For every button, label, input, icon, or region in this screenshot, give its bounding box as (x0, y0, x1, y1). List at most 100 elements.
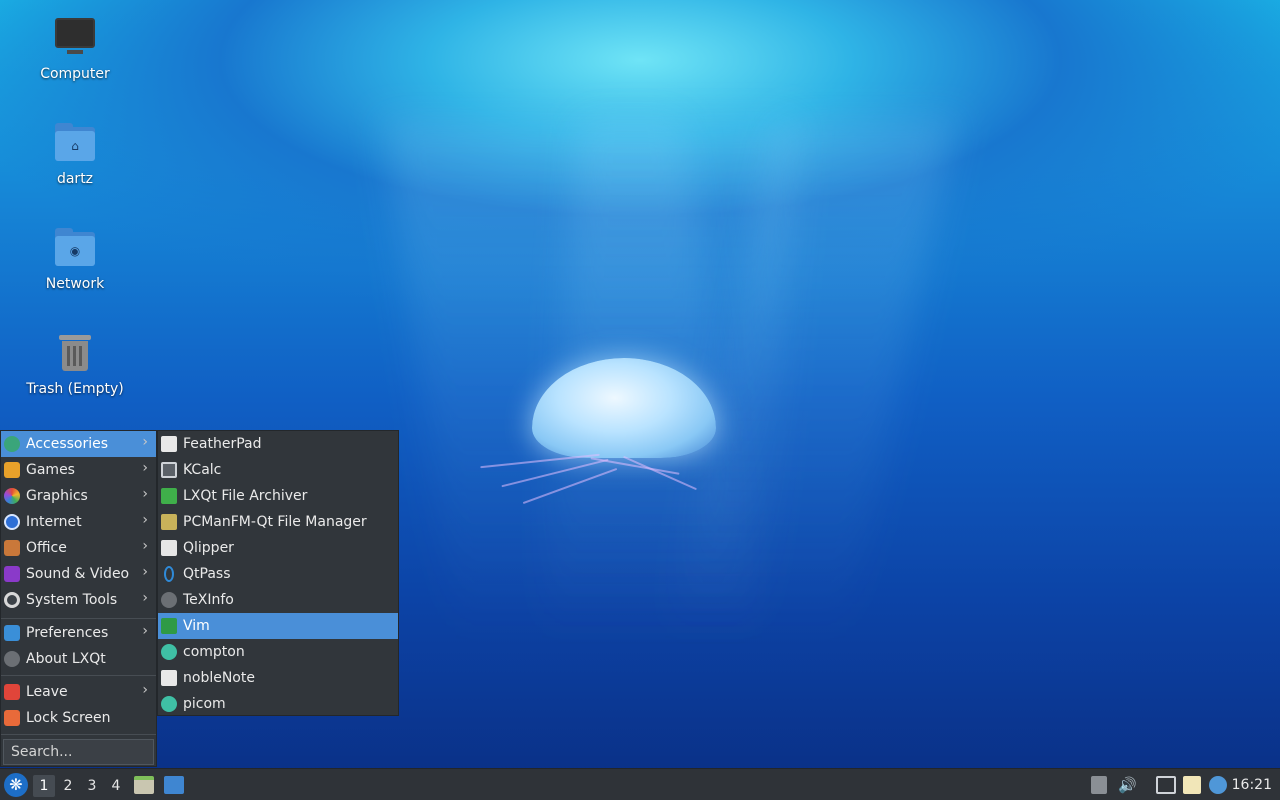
menu-item-label: Games (26, 462, 75, 478)
menu-item-label: System Tools (26, 592, 118, 608)
volume-icon[interactable]: 🔊 (1118, 776, 1137, 794)
submenu-item-qtpass[interactable]: QtPass (158, 561, 398, 587)
vim-icon (161, 618, 177, 634)
start-menu: Accessories › Games › Graphics › Interne… (0, 430, 157, 767)
file-manager-icon (161, 514, 177, 530)
desktop-icon-home[interactable]: ⌂ dartz (20, 121, 130, 187)
games-icon (4, 462, 20, 478)
menu-separator (1, 734, 156, 735)
graphics-icon (4, 488, 20, 504)
desktop-icon-network[interactable]: ◉ Network (20, 226, 130, 292)
file-manager-launcher-icon[interactable] (134, 776, 154, 794)
jellyfish-tentacle (522, 467, 618, 505)
workspace-1[interactable]: 1 (33, 775, 55, 797)
workspace-4[interactable]: 4 (105, 775, 127, 797)
desktop-icon-label: Trash (Empty) (26, 381, 124, 397)
preferences-icon (4, 625, 20, 641)
clipboard-icon[interactable] (1183, 776, 1201, 794)
clock[interactable]: 16:21 (1232, 777, 1272, 793)
qtpass-icon (164, 566, 174, 582)
submenu-item-noblenote[interactable]: nobleNote (158, 665, 398, 691)
submenu-item-label: QtPass (183, 566, 231, 582)
submenu-item-label: FeatherPad (183, 436, 262, 452)
submenu-item-label: nobleNote (183, 670, 255, 686)
qlipper-icon (161, 540, 177, 556)
submenu-arrow-icon: › (142, 434, 148, 450)
texinfo-icon (161, 592, 177, 608)
power-icon (4, 684, 20, 700)
submenu-arrow-icon: › (142, 538, 148, 554)
desktop-icon-computer[interactable]: Computer (20, 16, 130, 82)
submenu-arrow-icon: › (142, 512, 148, 528)
accessories-icon (4, 436, 20, 452)
sound-video-icon (4, 566, 20, 582)
submenu-item-qlipper[interactable]: Qlipper (158, 535, 398, 561)
menu-search-input[interactable] (3, 739, 154, 765)
submenu-item-vim[interactable]: Vim (158, 613, 398, 639)
submenu-item-picom[interactable]: picom (158, 691, 398, 717)
submenu-item-label: PCManFM-Qt File Manager (183, 514, 367, 530)
desktop-icon-label: dartz (56, 171, 94, 187)
submenu-item-file-manager[interactable]: PCManFM-Qt File Manager (158, 509, 398, 535)
menu-separator (1, 618, 156, 619)
compton-icon (161, 644, 177, 660)
main-menu-launcher-icon[interactable]: ❋ (4, 773, 28, 797)
submenu-item-texinfo[interactable]: TeXInfo (158, 587, 398, 613)
menu-item-about-lxqt[interactable]: About LXQt (1, 646, 156, 672)
computer-icon (53, 16, 97, 60)
menu-item-label: Lock Screen (26, 710, 111, 726)
submenu-arrow-icon: › (142, 564, 148, 580)
submenu-arrow-icon: › (142, 623, 148, 639)
desktop-icon-trash[interactable]: Trash (Empty) (20, 331, 130, 397)
menu-item-office[interactable]: Office › (1, 535, 156, 561)
menu-item-label: Office (26, 540, 67, 556)
menu-item-accessories[interactable]: Accessories › (1, 431, 156, 457)
network-status-icon[interactable] (1156, 776, 1176, 794)
network-folder-icon: ◉ (53, 226, 97, 270)
menu-item-system-tools[interactable]: System Tools › (1, 587, 156, 613)
submenu-item-compton[interactable]: compton (158, 639, 398, 665)
internet-icon (4, 514, 20, 530)
submenu-item-label: KCalc (183, 462, 222, 478)
menu-item-graphics[interactable]: Graphics › (1, 483, 156, 509)
noblenote-icon (161, 670, 177, 686)
submenu-item-label: LXQt File Archiver (183, 488, 308, 504)
menu-item-preferences[interactable]: Preferences › (1, 620, 156, 646)
submenu-arrow-icon: › (142, 486, 148, 502)
menu-item-label: Sound & Video (26, 566, 130, 582)
menu-item-internet[interactable]: Internet › (1, 509, 156, 535)
archiver-icon (161, 488, 177, 504)
menu-item-label: Leave (26, 684, 68, 700)
submenu-item-file-archiver[interactable]: LXQt File Archiver (158, 483, 398, 509)
trash-icon (53, 331, 97, 375)
taskbar: ❋ 1 2 3 4 🔊 16:21 (0, 768, 1280, 800)
accessories-submenu: FeatherPad KCalc LXQt File Archiver PCMa… (157, 430, 399, 716)
show-desktop-icon[interactable] (164, 776, 184, 794)
submenu-item-kcalc[interactable]: KCalc (158, 457, 398, 483)
menu-item-label: Graphics (26, 488, 88, 504)
notification-icon[interactable] (1209, 776, 1227, 794)
workspace-2[interactable]: 2 (57, 775, 79, 797)
wallpaper-jellyfish (470, 350, 730, 520)
removable-media-icon[interactable] (1091, 776, 1107, 794)
menu-item-label: Accessories (26, 436, 109, 452)
menu-item-label: Internet (26, 514, 82, 530)
desktop-icon-label: Network (45, 276, 105, 292)
submenu-item-label: TeXInfo (183, 592, 234, 608)
submenu-item-label: compton (183, 644, 245, 660)
desktop-icon-label: Computer (40, 66, 110, 82)
jellyfish-bell (532, 358, 716, 458)
menu-item-lock-screen[interactable]: Lock Screen (1, 705, 156, 731)
office-icon (4, 540, 20, 556)
workspace-3[interactable]: 3 (81, 775, 103, 797)
system-tools-icon (4, 592, 20, 608)
submenu-item-featherpad[interactable]: FeatherPad (158, 431, 398, 457)
menu-item-sound-video[interactable]: Sound & Video › (1, 561, 156, 587)
menu-separator (1, 675, 156, 676)
menu-item-leave[interactable]: Leave › (1, 679, 156, 705)
menu-item-games[interactable]: Games › (1, 457, 156, 483)
lock-icon (4, 710, 20, 726)
submenu-arrow-icon: › (142, 460, 148, 476)
menu-item-label: About LXQt (26, 651, 106, 667)
featherpad-icon (161, 436, 177, 452)
